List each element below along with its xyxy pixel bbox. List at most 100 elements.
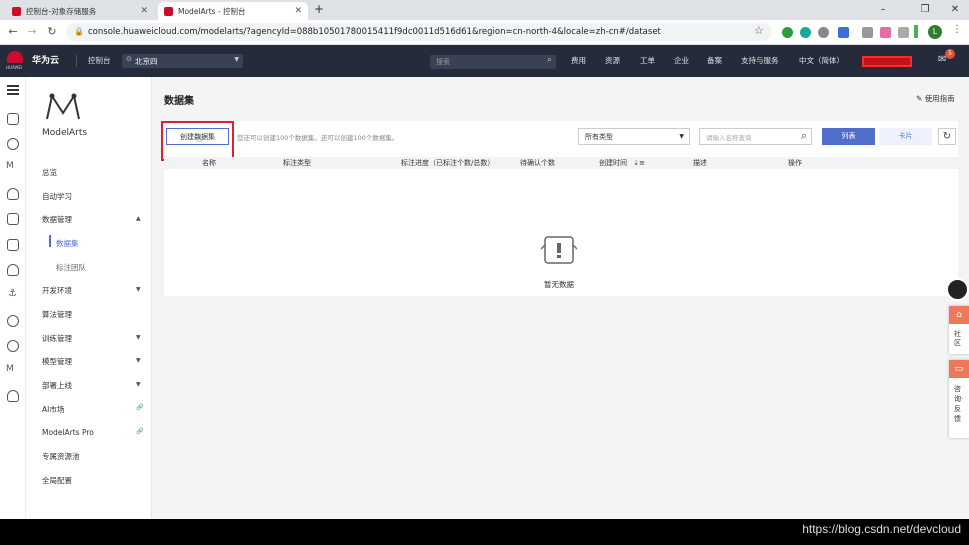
search-placeholder: 搜索 [436, 58, 450, 66]
sidebar-item-datasets[interactable]: 数据集 [56, 238, 79, 249]
maximize-icon[interactable]: ❐ [914, 2, 936, 18]
edit-icon: ✎ [916, 94, 923, 103]
card-view-button[interactable]: 卡片 [879, 128, 932, 145]
nav-language[interactable]: 中文（简体） [799, 45, 844, 77]
watermark-text: https://blog.csdn.net/devcloud [802, 522, 961, 536]
guide-link[interactable]: ✎ 使用指南 [916, 93, 955, 104]
extension-new-icon[interactable] [838, 27, 849, 38]
col-created[interactable]: 创建时间 ⇣≡ [599, 158, 645, 168]
extension-pink-icon[interactable] [880, 27, 891, 38]
ai-rail-icon[interactable]: M [6, 364, 14, 374]
document-icon[interactable] [7, 239, 19, 251]
home-icon[interactable] [7, 113, 19, 125]
community-icon: ⌂ [949, 306, 969, 324]
address-bar[interactable]: 🔒 console.huaweicloud.com/modelarts/?age… [66, 23, 772, 41]
nav-resources[interactable]: 资源 [605, 45, 620, 77]
cloud-icon[interactable] [7, 188, 19, 200]
extension-gray-icon[interactable] [898, 27, 909, 38]
extension-m-icon[interactable] [800, 27, 811, 38]
brand-name[interactable]: 华为云 [32, 45, 59, 77]
dataset-search-input[interactable]: 请输入名称查询 ⌕ [699, 128, 812, 145]
refresh-icon[interactable]: ↻ [938, 128, 956, 145]
extension-bar-icon[interactable] [914, 25, 918, 38]
sidebar-item-models[interactable]: 模型管理 [42, 356, 72, 367]
feedback-button[interactable]: ▭ 咨询·反馈 [949, 360, 969, 438]
tab-title: 控制台-对象存储服务 [26, 6, 97, 16]
close-tab-icon[interactable]: ✕ [140, 6, 148, 16]
sidebar-item-algorithms[interactable]: 算法管理 [42, 309, 72, 320]
sidebar-item-deploy[interactable]: 部署上线 [42, 380, 72, 391]
robot-assistant-icon[interactable] [946, 278, 969, 301]
nav-enterprise[interactable]: 企业 [674, 45, 689, 77]
back-icon[interactable]: ← [5, 24, 21, 40]
mail-badge: 5 [945, 49, 955, 59]
browser-menu-icon[interactable]: ⋮ [952, 24, 962, 35]
search-placeholder: 请输入名称查询 [706, 134, 752, 142]
nav-support[interactable]: 支持与服务 [741, 45, 779, 77]
region-select[interactable]: ⊙ 北京四 ▼ [122, 54, 243, 68]
list-view-button[interactable]: 列表 [822, 128, 875, 145]
huawei-logo-icon[interactable] [7, 51, 23, 63]
product-name: ModelArts [42, 128, 88, 138]
extension-evernote-icon[interactable] [782, 27, 793, 38]
sidebar-item-modelarts-pro[interactable]: ModelArts Pro [42, 428, 94, 437]
nav-fees[interactable]: 费用 [571, 45, 586, 77]
sidebar-item-label-team[interactable]: 标注团队 [56, 262, 86, 273]
extension-shield-icon[interactable] [818, 27, 829, 38]
chevron-down-icon: ▼ [679, 133, 684, 140]
sidebar-item-global-config[interactable]: 全局配置 [42, 475, 72, 486]
community-button[interactable]: ⌂ 社区 [949, 306, 969, 354]
browser-toolbar: ← → ↻ 🔒 console.huaweicloud.com/modelart… [0, 20, 969, 45]
col-label-type: 标注类型 [283, 159, 311, 167]
empty-data-icon [541, 236, 577, 264]
bookmark-star-icon[interactable]: ☆ [754, 24, 764, 37]
divider [76, 55, 77, 67]
sidebar-item-resource-pool[interactable]: 专属资源池 [42, 451, 80, 462]
cloud-storage-icon[interactable] [7, 390, 19, 402]
database-icon[interactable] [7, 213, 19, 225]
globe-icon[interactable] [7, 315, 19, 327]
location-pin-icon: ⊙ [126, 55, 132, 63]
chevron-down-icon: ▼ [234, 56, 239, 63]
page-title: 数据集 [164, 96, 194, 107]
profile-avatar[interactable]: L [928, 25, 942, 39]
chevron-down-icon: ▼ [136, 381, 141, 388]
extension-s-icon[interactable] [862, 27, 873, 38]
cloud-service-icon[interactable] [7, 264, 19, 276]
browser-tab-modelarts[interactable]: ModelArts - 控制台 ✕ [158, 2, 308, 20]
global-search-input[interactable]: 搜索 ⌕ [430, 55, 556, 69]
new-tab-button[interactable]: + [314, 2, 324, 16]
external-link-icon: 🔗 [136, 428, 144, 435]
modelarts-rail-icon[interactable]: M [6, 161, 14, 171]
modelarts-sidebar: ModelArts 总览 自动学习 数据管理 ▲ 数据集 标注团队 开发环境 ▼… [26, 77, 152, 519]
reload-icon[interactable]: ↻ [44, 24, 60, 40]
clock-icon[interactable] [7, 340, 19, 352]
hamburger-menu-icon[interactable] [7, 85, 19, 87]
close-window-icon[interactable]: ✕ [944, 2, 966, 18]
type-filter-select[interactable]: 所有类型 ▼ [578, 128, 690, 145]
chevron-down-icon: ▼ [136, 357, 141, 364]
sidebar-item-training[interactable]: 训练管理 [42, 333, 72, 344]
nav-filing[interactable]: 备案 [707, 45, 722, 77]
region-label: 北京四 [135, 57, 158, 66]
nav-tickets[interactable]: 工单 [640, 45, 655, 77]
sort-icon[interactable]: ⇣≡ [633, 159, 645, 167]
network-icon[interactable] [7, 138, 19, 150]
sidebar-item-overview[interactable]: 总览 [42, 167, 57, 178]
browser-tab-obs[interactable]: 控制台-对象存储服务 ✕ [6, 2, 154, 20]
sidebar-item-dev-env[interactable]: 开发环境 [42, 285, 72, 296]
sidebar-item-ai-market[interactable]: AI市场 [42, 404, 64, 415]
search-icon[interactable]: ⌕ [547, 55, 552, 65]
sidebar-item-data-management[interactable]: 数据管理 [42, 214, 72, 225]
search-icon[interactable]: ⌕ [801, 129, 807, 143]
chevron-down-icon: ▼ [136, 286, 141, 293]
minimize-icon[interactable]: – [872, 2, 894, 18]
console-link[interactable]: 控制台 [88, 45, 111, 77]
feedback-label: 咨询·反馈 [954, 385, 964, 423]
forward-icon[interactable]: → [24, 24, 40, 40]
guide-label: 使用指南 [924, 94, 955, 103]
anchor-icon[interactable]: ⚓ [8, 288, 17, 299]
close-tab-icon[interactable]: ✕ [294, 6, 302, 16]
username-redacted[interactable] [862, 56, 912, 67]
sidebar-item-auto-learning[interactable]: 自动学习 [42, 191, 72, 202]
